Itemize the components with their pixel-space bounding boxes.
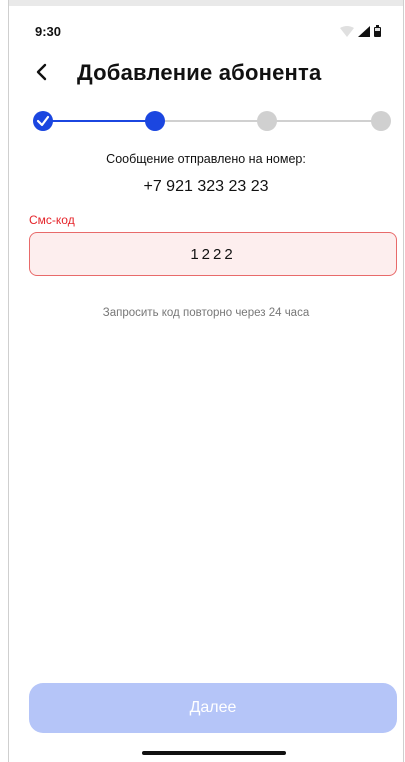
device-frame-right: [403, 0, 404, 762]
sent-label: Сообщение отправлено на номер:: [106, 152, 306, 166]
sms-code-label: Смс-код: [29, 213, 75, 227]
back-button[interactable]: [29, 62, 53, 86]
sms-code-input[interactable]: [30, 233, 396, 275]
page-title: Добавление абонента: [77, 60, 322, 85]
resend-code-text: Запросить код повторно через 24 часа: [102, 307, 310, 319]
status-icons: [340, 24, 381, 42]
header: Добавление абонента: [9, 54, 403, 94]
wifi-icon: [340, 24, 354, 42]
next-button[interactable]: Далее: [29, 683, 397, 733]
phone-number: +7 921 323 23 23: [143, 178, 269, 195]
sms-code-field-wrapper: [29, 232, 397, 276]
chevron-left-icon: [35, 63, 47, 86]
progress-stepper: [9, 106, 403, 136]
status-time: 9:30: [35, 24, 62, 39]
step-2-current: [145, 111, 165, 131]
battery-icon: [374, 24, 381, 42]
signal-icon: [358, 24, 370, 42]
step-3-pending: [257, 111, 277, 131]
status-bar: 9:30: [9, 6, 403, 46]
step-1-completed: [33, 111, 53, 131]
step-4-pending: [371, 111, 391, 131]
phone-screen: 9:30 Добавление абонента Сообщение отпра…: [9, 6, 403, 762]
home-indicator: [142, 751, 286, 755]
